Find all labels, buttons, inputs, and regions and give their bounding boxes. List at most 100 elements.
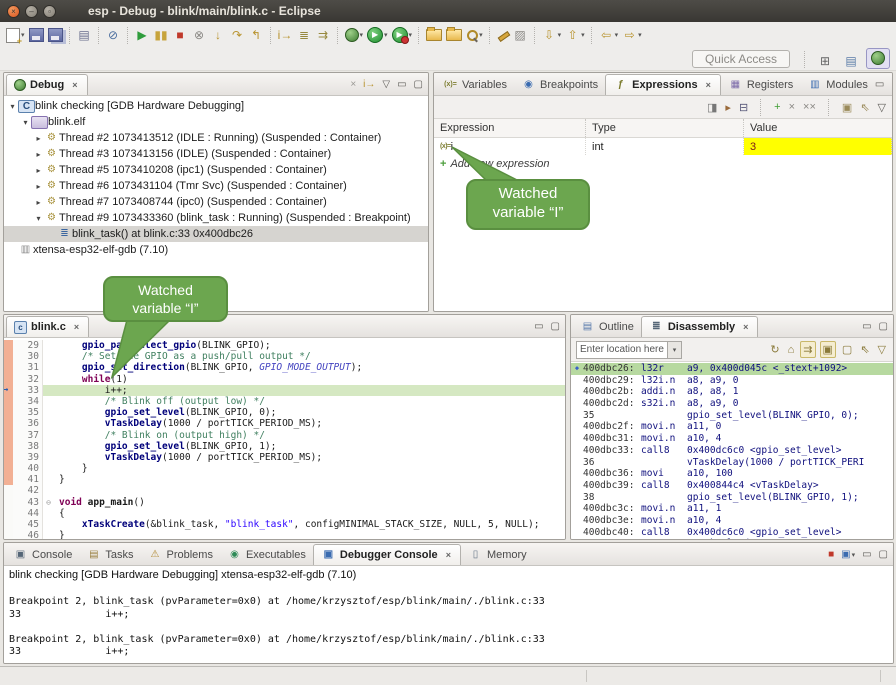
view-menu-button[interactable]: ▽: [876, 342, 888, 357]
code-editor[interactable]: 29 gpio_pad_select_gpio(BLINK_GPIO);30 /…: [4, 338, 565, 539]
show-type-names-button[interactable]: ◨: [707, 101, 717, 114]
column-value[interactable]: Value: [744, 119, 892, 137]
twisty-icon[interactable]: ▸: [33, 134, 44, 143]
maximize-button[interactable]: ▢: [879, 549, 888, 561]
debug-instruction-step-button[interactable]: i→: [363, 79, 375, 91]
dropdown-arrow-icon[interactable]: ▾: [384, 31, 388, 39]
pin-view-button[interactable]: ⇖: [858, 342, 871, 357]
new-view-button[interactable]: ▢: [840, 342, 854, 357]
home-pc-button[interactable]: ⌂: [786, 343, 797, 357]
new-wizard-button[interactable]: ▾: [4, 25, 27, 45]
maximize-button[interactable]: ▢: [414, 79, 423, 91]
dropdown-arrow-icon[interactable]: ▾: [581, 31, 585, 39]
tab-problems[interactable]: ⚠Problems: [140, 545, 219, 565]
dropdown-arrow-icon[interactable]: ▾: [615, 31, 619, 39]
tree-item[interactable]: ▾Cblink checking [GDB Hardware Debugging…: [4, 98, 428, 114]
forward-button[interactable]: ⇨▾: [620, 25, 644, 45]
maximize-icon[interactable]: ▢: [551, 321, 560, 333]
terminate-button[interactable]: ■: [171, 25, 190, 45]
add-expression-button[interactable]: +: [774, 101, 780, 113]
resume-button[interactable]: ▶: [133, 25, 152, 45]
tab-breakpoints[interactable]: ◉Breakpoints: [514, 75, 605, 95]
tab-modules[interactable]: ▥Modules: [800, 75, 875, 95]
dropdown-arrow-icon[interactable]: ▾: [852, 552, 856, 559]
terminate-console-button[interactable]: ■: [828, 549, 834, 561]
build-button[interactable]: ▤: [75, 25, 94, 45]
debug-perspective-button[interactable]: [866, 48, 890, 69]
column-expression[interactable]: Expression: [434, 119, 586, 137]
minimize-button[interactable]: ▭: [875, 79, 884, 91]
view-menu-button[interactable]: ▽: [878, 101, 886, 114]
location-input[interactable]: [577, 344, 667, 355]
remove-expression-button[interactable]: ×: [789, 101, 795, 113]
twisty-icon[interactable]: ▸: [33, 182, 44, 191]
close-tab-icon[interactable]: ×: [70, 79, 79, 91]
disconnect-button[interactable]: ⊗: [190, 25, 209, 45]
tab-debug[interactable]: Debug ×: [6, 74, 88, 95]
tab-outline[interactable]: ▤Outline: [573, 317, 641, 337]
minimize-icon[interactable]: ▭: [534, 321, 543, 333]
step-over-button[interactable]: ↷: [228, 25, 247, 45]
cpp-perspective-button[interactable]: ▤: [840, 52, 862, 71]
tree-item[interactable]: ▾⚙Thread #9 1073433360 (blink_task : Run…: [4, 210, 428, 226]
tree-item[interactable]: ▾blink.elf: [4, 114, 428, 130]
close-tab-icon[interactable]: ×: [444, 549, 453, 561]
disassembly-listing[interactable]: ◆400dbc26:l32ra9, 0x400d045c <_stext+109…: [571, 362, 893, 539]
tab-tasks[interactable]: ▤Tasks: [79, 545, 140, 565]
save-button[interactable]: [27, 25, 46, 45]
pin-view-button[interactable]: ⇖: [860, 101, 869, 114]
open-perspective-button[interactable]: ⊞: [814, 52, 836, 71]
tree-item[interactable]: ▸⚙Thread #2 1073413512 (IDLE : Running) …: [4, 130, 428, 146]
refresh-view-button[interactable]: ↻: [768, 342, 781, 357]
instruction-stepping-button[interactable]: i→: [276, 25, 295, 45]
close-tab-icon[interactable]: ×: [741, 321, 750, 333]
show-logical-structure-button[interactable]: ▸: [725, 101, 731, 114]
add-expression-row[interactable]: +Add new expression: [434, 155, 892, 172]
tree-item[interactable]: ▥xtensa-esp32-elf-gdb (7.10): [4, 242, 428, 258]
view-menu-button[interactable]: ▽: [382, 79, 390, 91]
tab-memory[interactable]: ▯Memory: [461, 545, 534, 565]
maximize-button-icon[interactable]: ▫: [43, 5, 56, 18]
tab-variables[interactable]: (x)=Variables: [436, 75, 514, 95]
twisty-icon[interactable]: ▸: [33, 150, 44, 159]
sync-selection-button[interactable]: ⇉: [800, 341, 815, 358]
tab-disassembly[interactable]: ≣Disassembly×: [641, 316, 759, 337]
tab-registers[interactable]: ▦Registers: [721, 75, 800, 95]
close-tab-icon[interactable]: ×: [704, 79, 713, 91]
tab-executables[interactable]: ◉Executables: [220, 545, 313, 565]
remove-all-terminated-button[interactable]: ×: [350, 79, 356, 91]
search-button[interactable]: ▾: [464, 25, 485, 45]
tree-item[interactable]: ▸⚙Thread #6 1073431104 (Tmr Svc) (Suspen…: [4, 178, 428, 194]
open-resource-button[interactable]: [444, 25, 464, 45]
console-body[interactable]: blink checking [GDB Hardware Debugging] …: [4, 566, 893, 663]
debug-configurations-button[interactable]: ▾: [343, 25, 366, 45]
minimize-button-icon[interactable]: –: [25, 5, 38, 18]
save-all-button[interactable]: [46, 25, 65, 45]
tab-blink-c[interactable]: c blink.c ×: [6, 316, 89, 337]
minimize-button[interactable]: ▭: [862, 321, 871, 333]
dropdown-arrow-icon[interactable]: ▾: [558, 31, 562, 39]
remove-all-expressions-button[interactable]: ××: [803, 101, 816, 113]
tree-item[interactable]: ▸⚙Thread #7 1073408744 (ipc0) (Suspended…: [4, 194, 428, 210]
step-into-button[interactable]: ↓: [209, 25, 228, 45]
display-selected-console-button[interactable]: ▣▾: [841, 549, 855, 562]
maximize-button[interactable]: ▢: [891, 79, 893, 91]
tree-item[interactable]: ▸⚙Thread #5 1073410208 (ipc1) (Suspended…: [4, 162, 428, 178]
back-button[interactable]: ⇦▾: [597, 25, 621, 45]
twisty-icon[interactable]: ▸: [33, 166, 44, 175]
dropdown-arrow-icon[interactable]: ▾: [479, 31, 483, 39]
last-edit-location-button[interactable]: ⇧▾: [563, 25, 587, 45]
close-tab-icon[interactable]: ×: [72, 321, 81, 333]
use-step-filters-button[interactable]: ⇉: [314, 25, 333, 45]
pin-editor-button[interactable]: ⇩▾: [540, 25, 564, 45]
skip-all-breakpoints-button[interactable]: ⊘: [104, 25, 123, 45]
fold-icon[interactable]: ⊖: [43, 497, 54, 508]
mark-occurrences-button[interactable]: ▨: [511, 25, 530, 45]
twisty-icon[interactable]: ▸: [33, 198, 44, 207]
tree-item[interactable]: ▸⚙Thread #3 1073413156 (IDLE) (Suspended…: [4, 146, 428, 162]
quick-access-box[interactable]: Quick Access: [692, 50, 790, 68]
open-type-button[interactable]: [424, 25, 444, 45]
suspend-button[interactable]: ▮▮: [152, 25, 171, 45]
twisty-icon[interactable]: ▾: [20, 118, 31, 127]
format-button[interactable]: [495, 25, 511, 45]
